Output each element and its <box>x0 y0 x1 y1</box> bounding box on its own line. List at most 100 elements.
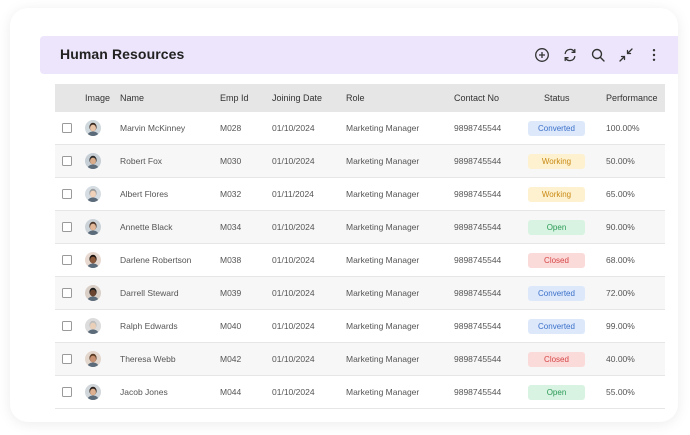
status-badge: Converted <box>528 120 585 136</box>
avatar <box>85 120 101 136</box>
employee-role: Marketing Manager <box>346 354 420 364</box>
employee-id: M042 <box>220 354 242 364</box>
avatar <box>85 219 101 235</box>
contact-number: 9898745544 <box>454 288 502 298</box>
table-row[interactable]: Jacob Jones M044 01/10/2024 Marketing Manag… <box>55 376 665 409</box>
joining-date: 01/10/2024 <box>272 288 315 298</box>
status-badge: Working <box>528 186 585 202</box>
collapse-icon <box>619 48 633 62</box>
row-checkbox[interactable] <box>62 387 72 397</box>
column-header-performance[interactable]: Performance <box>606 84 658 112</box>
contact-number: 9898745544 <box>454 354 502 364</box>
column-header-role[interactable]: Role <box>346 84 365 112</box>
employee-role: Marketing Manager <box>346 189 420 199</box>
status-badge: Open <box>528 219 585 235</box>
employee-role: Marketing Manager <box>346 387 420 397</box>
status-badge: Open <box>528 384 585 400</box>
employee-name: Albert Flores <box>120 189 169 199</box>
column-header-emp-id[interactable]: Emp Id <box>220 84 249 112</box>
joining-date: 01/10/2024 <box>272 123 315 133</box>
performance-value: 65.00% <box>606 189 635 199</box>
joining-date: 01/10/2024 <box>272 255 315 265</box>
status-badge: Closed <box>528 351 585 367</box>
joining-date: 01/10/2024 <box>272 387 315 397</box>
employee-id: M032 <box>220 189 242 199</box>
employee-id: M030 <box>220 156 242 166</box>
employee-name: Theresa Webb <box>120 354 176 364</box>
performance-value: 99.00% <box>606 321 635 331</box>
performance-value: 90.00% <box>606 222 635 232</box>
employee-id: M034 <box>220 222 242 232</box>
contact-number: 9898745544 <box>454 123 502 133</box>
employee-name: Annette Black <box>120 222 173 232</box>
more-button[interactable] <box>644 45 664 65</box>
joining-date: 01/11/2024 <box>272 189 314 199</box>
contact-number: 9898745544 <box>454 321 502 331</box>
employee-role: Marketing Manager <box>346 222 420 232</box>
employee-id: M039 <box>220 288 242 298</box>
employee-name: Ralph Edwards <box>120 321 178 331</box>
refresh-button[interactable] <box>560 45 580 65</box>
status-badge: Working <box>528 153 585 169</box>
row-checkbox[interactable] <box>62 222 72 232</box>
status-badge: Converted <box>528 285 585 301</box>
employee-role: Marketing Manager <box>346 255 420 265</box>
page-title: Human Resources <box>60 46 185 62</box>
contact-number: 9898745544 <box>454 222 502 232</box>
employee-role: Marketing Manager <box>346 321 420 331</box>
table-row[interactable]: Darrell Steward M039 01/10/2024 Marketing M… <box>55 277 665 310</box>
column-header-status[interactable]: Status <box>544 84 570 112</box>
column-header-name[interactable]: Name <box>120 84 144 112</box>
employee-name: Robert Fox <box>120 156 163 166</box>
joining-date: 01/10/2024 <box>272 156 315 166</box>
row-checkbox[interactable] <box>62 354 72 364</box>
avatar <box>85 384 101 400</box>
joining-date: 01/10/2024 <box>272 321 315 331</box>
contact-number: 9898745544 <box>454 189 502 199</box>
table-row[interactable]: Marvin McKinney M028 01/10/2024 Marketing M… <box>55 112 665 145</box>
employee-id: M040 <box>220 321 242 331</box>
collapse-button[interactable] <box>616 45 636 65</box>
column-header-joining-date[interactable]: Joining Date <box>272 84 322 112</box>
performance-value: 40.00% <box>606 354 635 364</box>
add-button[interactable] <box>532 45 552 65</box>
row-checkbox[interactable] <box>62 255 72 265</box>
table-header: Image Name Emp Id Joining Date Role Cont… <box>55 84 665 112</box>
table-row[interactable]: Albert Flores M032 01/11/2024 Marketing Man… <box>55 178 665 211</box>
performance-value: 55.00% <box>606 387 635 397</box>
table-row[interactable]: Darlene Robertson M038 01/10/2024 Marketing… <box>55 244 665 277</box>
table-row[interactable]: Theresa Webb M042 01/10/2024 Marketing Mana… <box>55 343 665 376</box>
row-checkbox[interactable] <box>62 156 72 166</box>
refresh-icon <box>564 48 576 62</box>
row-checkbox[interactable] <box>62 123 72 133</box>
column-header-image[interactable]: Image <box>85 84 110 112</box>
employee-role: Marketing Manager <box>346 288 420 298</box>
performance-value: 68.00% <box>606 255 635 265</box>
employee-table: Image Name Emp Id Joining Date Role Cont… <box>55 84 665 409</box>
row-checkbox[interactable] <box>62 189 72 199</box>
row-checkbox[interactable] <box>62 288 72 298</box>
avatar <box>85 318 101 334</box>
joining-date: 01/10/2024 <box>272 354 315 364</box>
hr-card: Human Resources Image Name Emp Id Joinin… <box>10 8 678 422</box>
table-row[interactable]: Annette Black M034 01/10/2024 Marketing Man… <box>55 211 665 244</box>
avatar <box>85 153 101 169</box>
table-body: Marvin McKinney M028 01/10/2024 Marketing M… <box>55 112 665 409</box>
card-header: Human Resources <box>40 36 678 74</box>
column-header-contact-no[interactable]: Contact No <box>454 84 499 112</box>
table-row[interactable]: Ralph Edwards M040 01/10/2024 Marketing Man… <box>55 310 665 343</box>
employee-name: Darrell Steward <box>120 288 179 298</box>
status-badge: Closed <box>528 252 585 268</box>
avatar <box>85 186 101 202</box>
search-button[interactable] <box>588 45 608 65</box>
performance-value: 50.00% <box>606 156 635 166</box>
employee-role: Marketing Manager <box>346 123 420 133</box>
add-circle-icon <box>535 48 549 62</box>
contact-number: 9898745544 <box>454 387 502 397</box>
status-badge: Converted <box>528 318 585 334</box>
table-row[interactable]: Robert Fox M030 01/10/2024 Marketing Manage… <box>55 145 665 178</box>
row-checkbox[interactable] <box>62 321 72 331</box>
contact-number: 9898745544 <box>454 156 502 166</box>
search-icon <box>591 48 605 62</box>
avatar <box>85 351 101 367</box>
